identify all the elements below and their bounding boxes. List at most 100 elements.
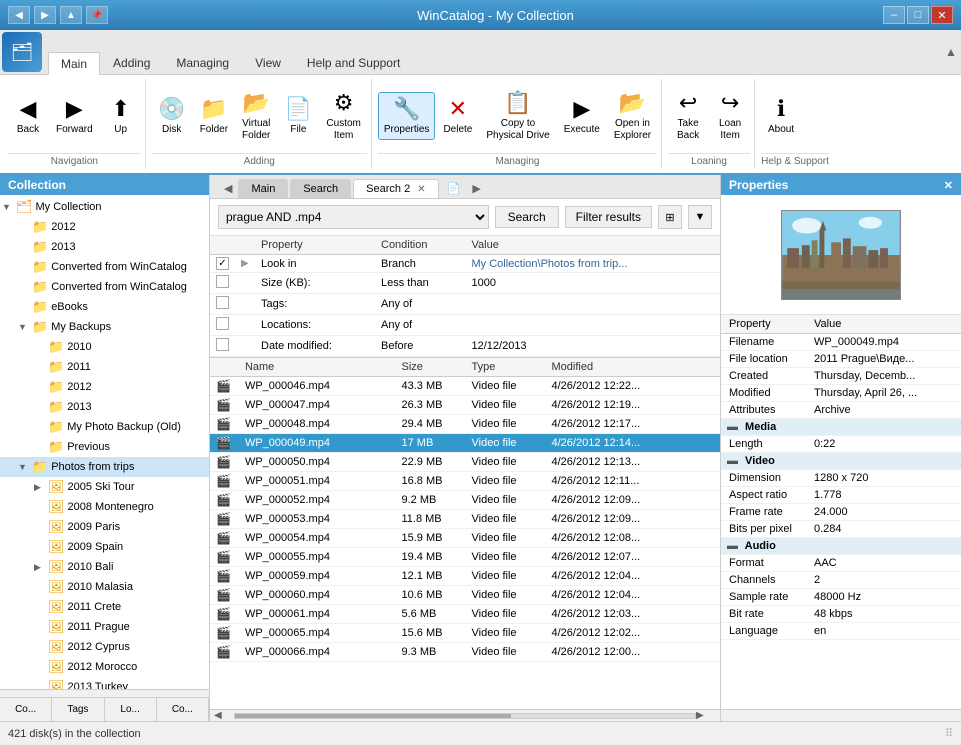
result-row[interactable]: 🎬 WP_000050.mp4 22.9 MB Video file 4/26/… bbox=[210, 453, 720, 472]
scroll-track[interactable] bbox=[234, 713, 696, 719]
result-row[interactable]: 🎬 WP_000054.mp4 15.9 MB Video file 4/26/… bbox=[210, 529, 720, 548]
tree-item-morocco[interactable]: 🖼 2012 Morocco bbox=[0, 657, 209, 677]
splitter[interactable] bbox=[0, 689, 209, 697]
tree-area[interactable]: ▼ 🗂 My Collection 📁 2012 📁 2013 📁 Conver… bbox=[0, 195, 209, 689]
tree-item-crete[interactable]: 🖼 2011 Crete bbox=[0, 597, 209, 617]
criteria-checkbox[interactable] bbox=[216, 338, 229, 351]
result-row-selected[interactable]: 🎬 WP_000049.mp4 17 MB Video file 4/26/20… bbox=[210, 434, 720, 453]
criteria-row-tags[interactable]: Tags: Any of bbox=[210, 294, 720, 315]
view-dropdown-btn[interactable]: ▼ bbox=[688, 205, 712, 229]
criteria-row-lookin[interactable]: ▶ Look in Branch My Collection\Photos fr… bbox=[210, 255, 720, 273]
col-type[interactable]: Type bbox=[466, 358, 546, 377]
col-name[interactable]: Name bbox=[239, 358, 396, 377]
tree-item-converted1[interactable]: 📁 Converted from WinCatalog bbox=[0, 257, 209, 277]
tree-item-ebooks[interactable]: 📁 eBooks bbox=[0, 297, 209, 317]
tree-item-backup2012[interactable]: 📁 2012 bbox=[0, 377, 209, 397]
criteria-checkbox[interactable] bbox=[216, 296, 229, 309]
nav-up-btn[interactable]: ▲ bbox=[60, 6, 82, 24]
col-size[interactable]: Size bbox=[396, 358, 466, 377]
up-button[interactable]: ⬆ Up bbox=[101, 92, 141, 140]
tree-item-cyprus[interactable]: 🖼 2012 Cyprus bbox=[0, 637, 209, 657]
disk-button[interactable]: 💿 Disk bbox=[152, 92, 192, 140]
tab-nav-next[interactable]: ▶ bbox=[466, 179, 486, 198]
collapse-icon[interactable]: ▬ bbox=[727, 421, 738, 433]
tree-item-backup2011[interactable]: 📁 2011 bbox=[0, 357, 209, 377]
tab-close-icon[interactable]: ✕ bbox=[417, 184, 425, 195]
tree-item-skitrip[interactable]: ▶ 🖼 2005 Ski Tour bbox=[0, 477, 209, 497]
result-row[interactable]: 🎬 WP_000061.mp4 5.6 MB Video file 4/26/2… bbox=[210, 605, 720, 624]
criteria-checkbox[interactable] bbox=[216, 317, 229, 330]
tree-item-spain[interactable]: 🖼 2009 Spain bbox=[0, 537, 209, 557]
criteria-checkbox[interactable] bbox=[216, 275, 229, 288]
result-row[interactable]: 🎬 WP_000047.mp4 26.3 MB Video file 4/26/… bbox=[210, 396, 720, 415]
tree-item-turkey[interactable]: 🖼 2013 Turkey bbox=[0, 677, 209, 689]
tree-tab-collection[interactable]: Co... bbox=[0, 698, 52, 721]
tree-item-previous[interactable]: 📁 Previous bbox=[0, 437, 209, 457]
tree-item-2013[interactable]: 📁 2013 bbox=[0, 237, 209, 257]
tree-item-backup2013[interactable]: 📁 2013 bbox=[0, 397, 209, 417]
tree-item-2012[interactable]: 📁 2012 bbox=[0, 217, 209, 237]
criteria-row-size[interactable]: Size (KB): Less than 1000 bbox=[210, 273, 720, 294]
tree-item-malasia[interactable]: 🖼 2010 Malasia bbox=[0, 577, 209, 597]
file-button[interactable]: 📄 File bbox=[278, 92, 318, 140]
app-icon[interactable]: 🗂 bbox=[2, 32, 42, 72]
tree-tab-tags[interactable]: Tags bbox=[52, 698, 104, 721]
tree-item-montenegro[interactable]: 🖼 2008 Montenegro bbox=[0, 497, 209, 517]
tree-item-prague[interactable]: 🖼 2011 Prague bbox=[0, 617, 209, 637]
maximize-button[interactable]: □ bbox=[907, 6, 929, 24]
take-back-button[interactable]: ↩ TakeBack bbox=[668, 86, 708, 146]
ribbon-collapse-btn[interactable]: ▲ bbox=[941, 30, 961, 74]
tree-item-photobackup[interactable]: 📁 My Photo Backup (Old) bbox=[0, 417, 209, 437]
col-modified[interactable]: Modified bbox=[546, 358, 709, 377]
result-row[interactable]: 🎬 WP_000053.mp4 11.8 MB Video file 4/26/… bbox=[210, 510, 720, 529]
open-explorer-button[interactable]: 📂 Open inExplorer bbox=[608, 86, 657, 146]
result-row[interactable]: 🎬 WP_000052.mp4 9.2 MB Video file 4/26/2… bbox=[210, 491, 720, 510]
about-button[interactable]: ℹ About bbox=[761, 92, 801, 140]
nav-forward-btn[interactable]: ▶ bbox=[34, 6, 56, 24]
result-row[interactable]: 🎬 WP_000051.mp4 16.8 MB Video file 4/26/… bbox=[210, 472, 720, 491]
results-area[interactable]: Name Size Type Modified 🎬 WP_000046.mp4 … bbox=[210, 358, 720, 709]
tree-tab-locations[interactable]: Lo... bbox=[105, 698, 157, 721]
tree-tab-custom[interactable]: Co... bbox=[157, 698, 209, 721]
result-row[interactable]: 🎬 WP_000060.mp4 10.6 MB Video file 4/26/… bbox=[210, 586, 720, 605]
result-row[interactable]: 🎬 WP_000059.mp4 12.1 MB Video file 4/26/… bbox=[210, 567, 720, 586]
forward-button[interactable]: ▶ Forward bbox=[50, 92, 99, 140]
nav-pin-btn[interactable]: 📌 bbox=[86, 6, 108, 24]
properties-button[interactable]: 🔧 Properties bbox=[378, 92, 436, 140]
search-query-input[interactable]: prague AND .mp4 bbox=[218, 205, 489, 229]
tree-item-backup2010[interactable]: 📁 2010 bbox=[0, 337, 209, 357]
loan-item-button[interactable]: ↪ LoanItem bbox=[710, 86, 750, 146]
back-button[interactable]: ◀ Back bbox=[8, 92, 48, 140]
tab-help[interactable]: Help and Support bbox=[294, 51, 413, 74]
horizontal-scrollbar[interactable]: ◀ ▶ bbox=[210, 709, 720, 721]
tab-nav-prev[interactable]: ◀ bbox=[218, 179, 238, 198]
result-row[interactable]: 🎬 WP_000065.mp4 15.6 MB Video file 4/26/… bbox=[210, 624, 720, 643]
properties-close-icon[interactable]: ✕ bbox=[944, 179, 953, 192]
result-row[interactable]: 🎬 WP_000055.mp4 19.4 MB Video file 4/26/… bbox=[210, 548, 720, 567]
criteria-row-locations[interactable]: Locations: Any of bbox=[210, 315, 720, 336]
collapse-icon[interactable]: ▬ bbox=[727, 540, 738, 552]
center-tab-search[interactable]: Search bbox=[290, 179, 351, 198]
nav-back-btn[interactable]: ◀ bbox=[8, 6, 30, 24]
delete-button[interactable]: ✕ Delete bbox=[437, 92, 478, 140]
tab-adding[interactable]: Adding bbox=[100, 51, 163, 74]
criteria-row-datemod[interactable]: Date modified: Before 12/12/2013 bbox=[210, 336, 720, 357]
scroll-left-btn[interactable]: ◀ bbox=[214, 710, 234, 721]
tab-managing[interactable]: Managing bbox=[163, 51, 242, 74]
tree-item-paris[interactable]: 🖼 2009 Paris bbox=[0, 517, 209, 537]
tree-item-converted2[interactable]: 📁 Converted from WinCatalog bbox=[0, 277, 209, 297]
criteria-checkbox[interactable] bbox=[216, 257, 229, 270]
execute-button[interactable]: ▶ Execute bbox=[558, 92, 606, 140]
minimize-button[interactable]: – bbox=[883, 6, 905, 24]
result-row[interactable]: 🎬 WP_000066.mp4 9.3 MB Video file 4/26/2… bbox=[210, 643, 720, 662]
tree-item-bali[interactable]: ▶ 🖼 2010 Bali bbox=[0, 557, 209, 577]
tree-item-mycollection[interactable]: ▼ 🗂 My Collection bbox=[0, 197, 209, 217]
tab-main[interactable]: Main bbox=[48, 52, 100, 75]
tree-item-mybackups[interactable]: ▼ 📁 My Backups bbox=[0, 317, 209, 337]
virtual-folder-button[interactable]: 📂 VirtualFolder bbox=[236, 86, 276, 146]
folder-button[interactable]: 📁 Folder bbox=[194, 92, 234, 140]
tab-view[interactable]: View bbox=[242, 51, 294, 74]
center-tab-search2[interactable]: Search 2 ✕ bbox=[353, 179, 438, 198]
scroll-right-btn[interactable]: ▶ bbox=[696, 710, 716, 721]
tree-item-photostrips[interactable]: ▼ 📁 Photos from trips bbox=[0, 457, 209, 477]
